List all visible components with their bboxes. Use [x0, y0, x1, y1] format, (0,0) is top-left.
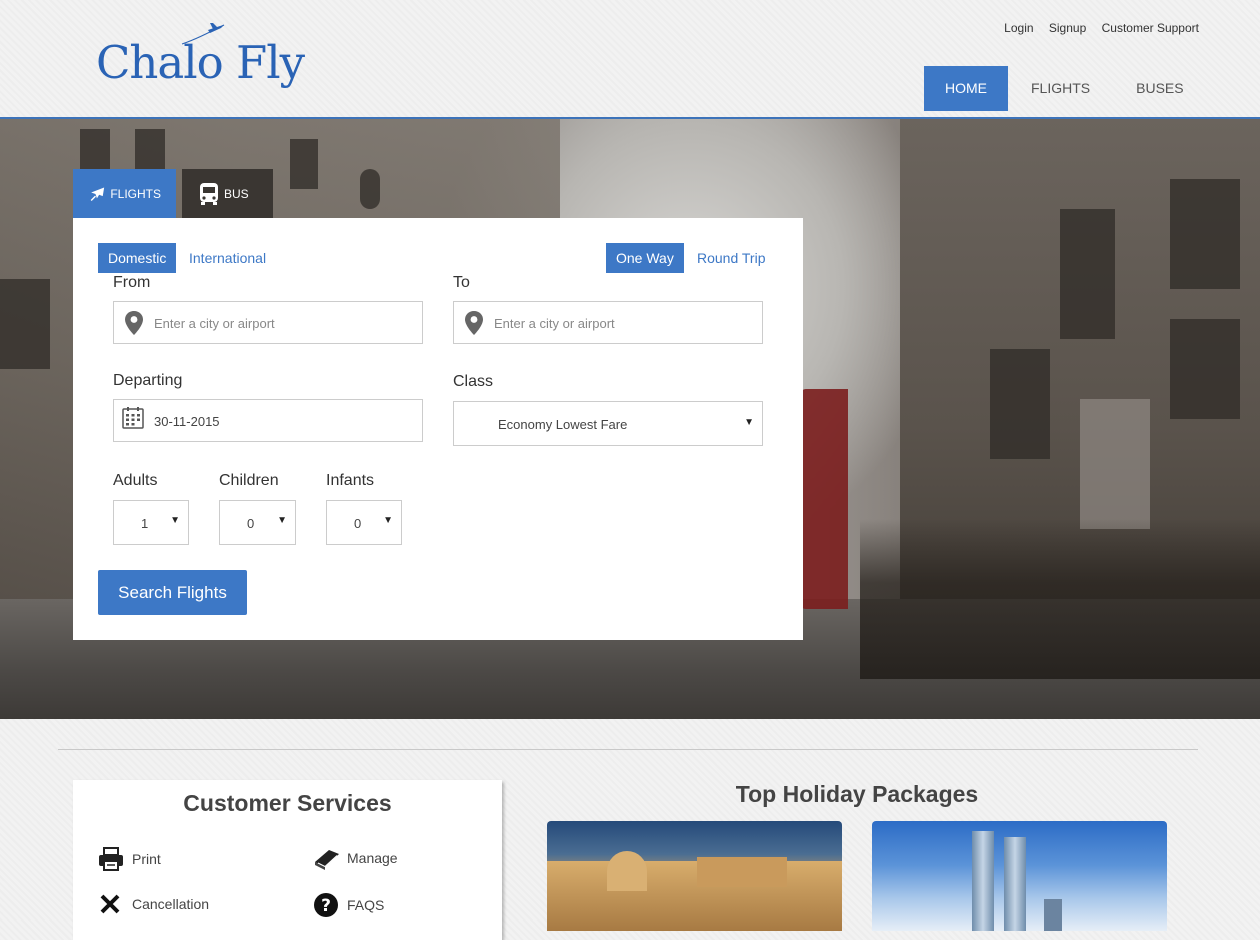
from-label: From [113, 274, 151, 291]
children-label: Children [219, 472, 279, 489]
round-trip-toggle[interactable]: Round Trip [687, 243, 775, 273]
map-pin-icon [125, 311, 143, 335]
customer-services-card: Customer Services Print Manage Cancellat… [73, 780, 502, 940]
printer-icon [99, 847, 123, 871]
site-header: Chalo Fly Login Signup Customer Support … [0, 0, 1260, 119]
domestic-toggle[interactable]: Domestic [98, 243, 177, 273]
customer-services-title: Customer Services [183, 790, 392, 816]
bus-icon [200, 182, 218, 205]
adults-select[interactable]: 1 ▼ [113, 500, 189, 545]
tab-bus[interactable]: BUS [182, 169, 273, 218]
tab-flights-label: FLIGHTS [110, 186, 161, 201]
faqs-link[interactable]: ? FAQS [313, 892, 384, 918]
departing-label: Departing [113, 372, 183, 389]
to-input[interactable]: Enter a city or airport [453, 301, 763, 344]
dropdown-arrow-icon: ▼ [277, 515, 287, 526]
customer-support-link[interactable]: Customer Support [1102, 21, 1199, 35]
manage-link[interactable]: Manage [313, 846, 398, 870]
question-circle-icon: ? [314, 893, 338, 917]
holiday-package-card-towers[interactable] [872, 821, 1167, 931]
holiday-packages-title: Top Holiday Packages [735, 781, 979, 807]
brand-logo[interactable]: Chalo Fly [92, 22, 305, 102]
from-input[interactable]: Enter a city or airport [113, 301, 423, 344]
search-tabs: FLIGHTS BUS [73, 169, 273, 218]
tab-bus-label: BUS [224, 186, 249, 201]
login-link[interactable]: Login [1004, 21, 1033, 35]
tab-flights[interactable]: FLIGHTS [73, 169, 176, 218]
cancellation-link[interactable]: Cancellation [98, 892, 209, 916]
nav-buses[interactable]: BUSES [1113, 66, 1206, 111]
departing-date-input[interactable]: 30-11-2015 [113, 399, 423, 442]
international-toggle[interactable]: International [179, 243, 276, 273]
nav-flights[interactable]: FLIGHTS [1008, 66, 1113, 111]
map-pin-icon [465, 311, 483, 335]
to-label: To [453, 274, 470, 291]
holiday-package-card-palace[interactable] [547, 821, 842, 931]
infants-select[interactable]: 0 ▼ [326, 500, 402, 545]
dropdown-arrow-icon: ▼ [170, 515, 180, 526]
svg-text:?: ? [321, 896, 331, 916]
dropdown-arrow-icon: ▼ [744, 417, 754, 428]
one-way-toggle[interactable]: One Way [606, 243, 684, 273]
top-links: Login Signup Customer Support [992, 21, 1199, 35]
airplane-icon [90, 187, 105, 201]
class-label: Class [453, 373, 494, 390]
children-select[interactable]: 0 ▼ [219, 500, 296, 545]
adults-label: Adults [113, 472, 158, 489]
infants-label: Infants [326, 472, 375, 489]
close-icon [100, 894, 120, 914]
search-flights-button[interactable]: Search Flights [98, 570, 247, 615]
brand-name: Chalo Fly [96, 36, 305, 89]
signup-link[interactable]: Signup [1049, 21, 1086, 35]
nav-home[interactable]: HOME [924, 66, 1008, 111]
dropdown-arrow-icon: ▼ [383, 515, 393, 526]
book-icon [315, 850, 339, 870]
section-divider [58, 749, 1198, 750]
print-link[interactable]: Print [98, 846, 161, 872]
main-nav: HOME FLIGHTS BUSES [924, 66, 1207, 111]
calendar-icon [122, 407, 144, 429]
class-select[interactable]: Economy Lowest Fare ▼ [453, 401, 763, 446]
